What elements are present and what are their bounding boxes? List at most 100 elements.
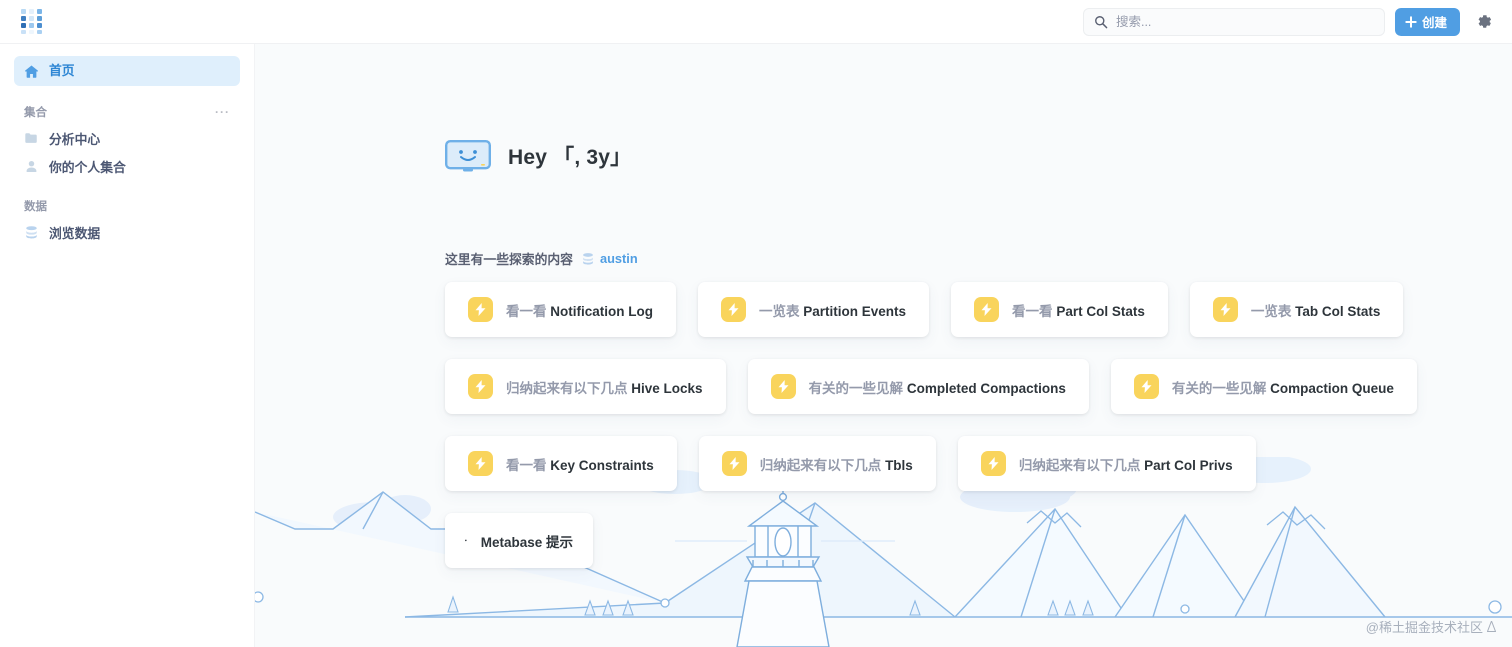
explore-card-label: 看一看 Notification Log [506, 300, 653, 320]
explore-card[interactable]: 看一看 Key Constraints [445, 436, 677, 491]
explore-card-entity: Tab Col Stats [1295, 303, 1381, 319]
database-icon [583, 252, 593, 265]
topbar-actions: 创建 [1082, 7, 1512, 36]
sidebar-item-home-label: 首页 [49, 62, 75, 78]
book-icon [465, 539, 467, 542]
folder-icon [25, 132, 37, 143]
explore-card-entity: Hive Locks [631, 380, 703, 396]
trees-decoration [447, 595, 1094, 616]
explore-prompt-text: 这里有一些探索的内容 [445, 252, 573, 267]
metabase-home-page: 创建 首页 集合 ··· 分析中心 [0, 0, 1512, 647]
sidebar-section-data: 数据 [24, 198, 230, 214]
explore-card-label: 一览表 Partition Events [759, 300, 906, 320]
settings-button[interactable] [1470, 8, 1498, 36]
home-content: Hey 「, 3y」 这里有一些探索的内容 austin 看一看 Notific… [255, 44, 1512, 568]
explore-card[interactable]: 有关的一些见解 Compaction Queue [1110, 359, 1417, 414]
explore-card[interactable]: 一览表 Partition Events [698, 282, 930, 337]
card-row: 归纳起来有以下几点 Hive Locks 有关的一些见解 Completed C… [445, 359, 1512, 414]
explore-card-entity: Compaction Queue [1270, 380, 1394, 396]
card-row: 看一看 Key Constraints 归纳起来有以下几点 Tbls 归纳起来有… [445, 436, 1512, 491]
card-row: 看一看 Notification Log 一览表 Partition Event… [445, 282, 1512, 337]
gnome-smiley-icon [445, 140, 491, 172]
bolt-icon [468, 374, 493, 399]
sidebar-item-browse-data[interactable]: 浏览数据 [14, 218, 240, 246]
sidebar-item-analytics-center-label: 分析中心 [49, 131, 101, 147]
person-icon [26, 160, 37, 172]
explore-card-verb: 看一看 [506, 457, 547, 473]
sidebar-item-analytics-center[interactable]: 分析中心 [14, 124, 240, 152]
explore-card-verb: 看一看 [506, 303, 547, 319]
explore-card[interactable]: 看一看 Part Col Stats [951, 282, 1168, 337]
metabase-tips-label: Metabase 提示 [480, 534, 573, 550]
explore-card-entity: Notification Log [550, 303, 653, 319]
explore-card-entity: Partition Events [803, 303, 907, 319]
metabase-logo-icon [21, 8, 42, 34]
explore-card[interactable]: 归纳起来有以下几点 Part Col Privs [957, 436, 1256, 491]
explore-card-verb: 归纳起来有以下几点 [1018, 457, 1141, 473]
explore-card-label: 有关的一些见解 Compaction Queue [1172, 377, 1394, 397]
home-icon [25, 65, 38, 78]
metabase-tips-card[interactable]: Metabase 提示 [445, 513, 593, 568]
bolt-icon [770, 374, 796, 399]
bolt-icon [721, 297, 746, 322]
sidebar-section-collections: 集合 ··· [24, 104, 230, 120]
explore-card-entity: Part Col Stats [1056, 303, 1145, 319]
sidebar-item-browse-data-label: 浏览数据 [49, 225, 101, 241]
top-navigation-bar: 创建 [0, 0, 1512, 44]
explore-card[interactable]: 有关的一些见解 Completed Compactions [747, 359, 1089, 414]
search-icon [1095, 15, 1108, 28]
create-button[interactable]: 创建 [1394, 7, 1460, 36]
explore-card-verb: 一览表 [1250, 303, 1292, 319]
explore-card-entity: Tbls [885, 457, 913, 473]
create-button-label: 创建 [1421, 16, 1447, 30]
sidebar-item-home[interactable]: 首页 [14, 56, 240, 86]
explore-card[interactable]: 归纳起来有以下几点 Tbls [698, 436, 936, 491]
explore-card-label: 看一看 Key Constraints [506, 454, 654, 474]
explore-card-label: 看一看 Part Col Stats [1012, 300, 1145, 320]
explore-card-verb: 有关的一些见解 [808, 380, 904, 396]
explore-card-verb: 一览表 [759, 303, 800, 319]
explore-card-label: 归纳起来有以下几点 Part Col Privs [1019, 454, 1233, 474]
watermark: @稀土掘金技术社区 [1366, 617, 1496, 636]
watermark-text: @稀土掘金技术社区 [1365, 620, 1483, 635]
sidebar-item-personal-collection[interactable]: 你的个人集合 [14, 152, 240, 180]
search-bar[interactable] [1082, 7, 1385, 36]
metabase-logo-link[interactable] [0, 8, 70, 35]
explore-cards: 看一看 Notification Log 一览表 Partition Event… [445, 282, 1512, 568]
explore-card-verb: 看一看 [1012, 303, 1053, 319]
explore-card-verb: 有关的一些见解 [1171, 380, 1267, 396]
gear-icon [1478, 15, 1491, 28]
explore-card-verb: 归纳起来有以下几点 [759, 457, 882, 473]
search-input[interactable] [1115, 14, 1374, 29]
main-content: Hey 「, 3y」 这里有一些探索的内容 austin 看一看 Notific… [255, 44, 1512, 647]
explore-card-label: 归纳起来有以下几点 Hive Locks [506, 377, 703, 397]
bolt-icon [974, 297, 1000, 322]
marker-dots-decoration [255, 591, 1502, 614]
explore-database-name: austin [599, 251, 638, 266]
bolt-icon [1133, 374, 1159, 399]
bolt-icon [1212, 297, 1238, 322]
explore-card[interactable]: 一览表 Tab Col Stats [1189, 282, 1404, 337]
sidebar-item-personal-collection-label: 你的个人集合 [49, 159, 126, 175]
sidebar: 首页 集合 ··· 分析中心 你的个人集合 数据 浏览数据 [0, 44, 255, 647]
collections-more-menu[interactable]: ··· [215, 105, 230, 119]
explore-card-verb: 归纳起来有以下几点 [506, 380, 628, 396]
collections-section-label: 集合 [24, 107, 47, 119]
explore-card[interactable]: 归纳起来有以下几点 Hive Locks [445, 359, 726, 414]
greeting-title: Hey 「, 3y」 [508, 146, 632, 169]
explore-card-label: 有关的一些见解 Completed Compactions [809, 377, 1066, 397]
explore-card-entity: Completed Compactions [906, 380, 1066, 396]
explore-card-entity: Key Constraints [550, 457, 654, 473]
bolt-icon [980, 451, 1006, 476]
explore-card[interactable]: 看一看 Notification Log [445, 282, 676, 337]
tree-icon [1487, 621, 1496, 632]
bolt-icon [468, 451, 493, 476]
plus-icon [1405, 15, 1417, 28]
explore-card-entity: Part Col Privs [1144, 457, 1233, 473]
data-section-label: 数据 [24, 201, 47, 213]
database-icon [26, 225, 37, 238]
explore-card-label: 归纳起来有以下几点 Tbls [760, 454, 913, 474]
explore-card-label: 一览表 Tab Col Stats [1251, 300, 1381, 320]
explore-prompt: 这里有一些探索的内容 austin [445, 249, 1512, 268]
explore-database-link[interactable]: austin [581, 251, 638, 266]
